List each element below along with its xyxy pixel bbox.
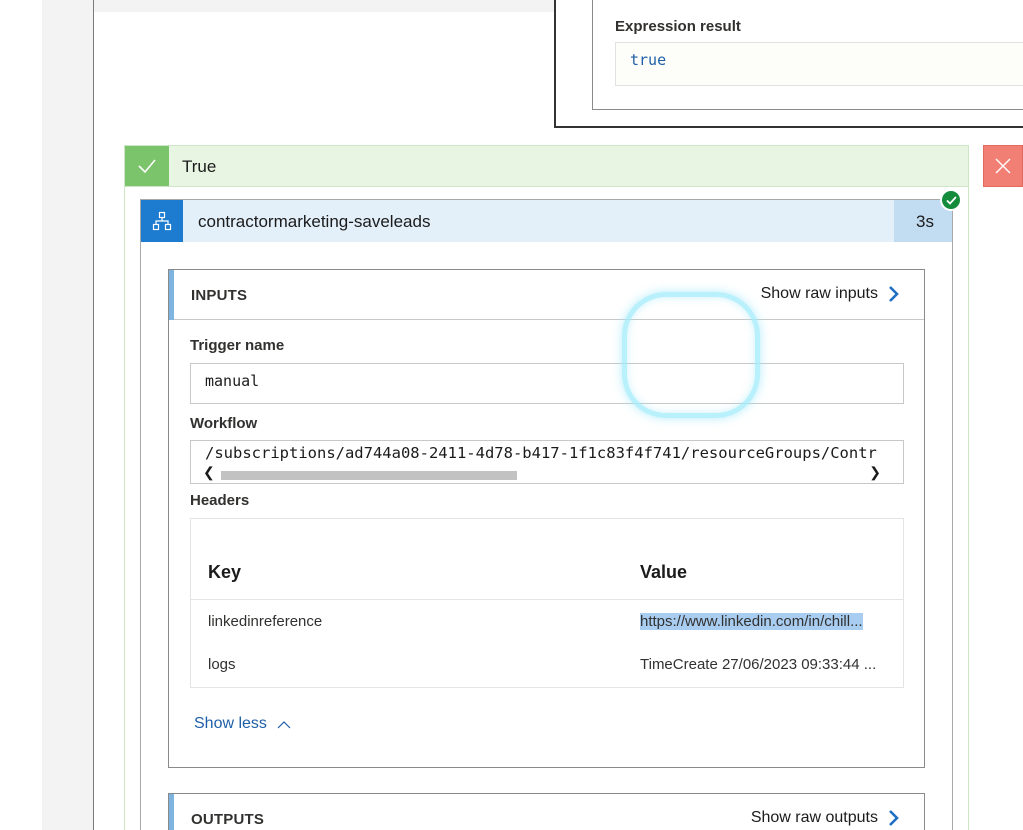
inputs-section: INPUTS Show raw inputs Trigger name manu…: [168, 269, 925, 768]
scroll-left-icon[interactable]: ❮: [203, 464, 215, 481]
expression-result-label: Expression result: [615, 18, 741, 35]
table-row-key: linkedinreference: [208, 613, 323, 630]
false-branch-tab[interactable]: [983, 145, 1023, 187]
table-row-value[interactable]: https://www.linkedin.com/in/chill...: [640, 613, 902, 630]
show-less-label: Show less: [194, 715, 267, 732]
outputs-header: OUTPUTS Show raw outputs: [169, 794, 924, 830]
action-title: contractormarketing-saveleads: [198, 212, 431, 231]
workflow-field[interactable]: /subscriptions/ad744a08-2411-4d78-b417-1…: [190, 440, 904, 484]
trigger-name-field[interactable]: manual: [190, 363, 904, 404]
selected-text: https://www.linkedin.com/in/chill...: [640, 613, 863, 630]
show-raw-outputs-label: Show raw outputs: [750, 809, 878, 826]
workflow-scrollbar[interactable]: ❮ ❯: [191, 464, 903, 483]
inputs-title: INPUTS: [191, 287, 248, 304]
outputs-section: OUTPUTS Show raw outputs: [168, 793, 925, 830]
true-branch-label: True: [182, 157, 217, 176]
success-check-icon: [940, 189, 962, 211]
scroll-right-icon[interactable]: ❯: [869, 464, 881, 481]
left-gutter: [0, 0, 42, 830]
inputs-header: INPUTS Show raw inputs: [169, 270, 924, 320]
headers-label: Headers: [190, 492, 250, 509]
checkmark-icon: [125, 146, 169, 186]
condition-inner-panel: Expression result true: [592, 0, 1023, 110]
table-header-divider: [191, 599, 903, 600]
action-header[interactable]: contractormarketing-saveleads 3s: [141, 200, 952, 242]
chevron-right-icon: [889, 810, 899, 826]
expression-result-box: true: [615, 42, 1023, 86]
workflow-value: /subscriptions/ad744a08-2411-4d78-b417-1…: [205, 444, 877, 462]
workflow-icon: [141, 200, 183, 242]
true-branch-header[interactable]: True: [124, 145, 969, 187]
table-row-value[interactable]: TimeCreate 27/06/2023 09:33:44 ...: [640, 656, 902, 673]
trigger-name-value: manual: [205, 372, 260, 390]
show-raw-outputs-link[interactable]: Show raw outputs: [751, 809, 900, 827]
close-icon: [995, 158, 1011, 174]
headers-table: Key Value linkedinreference https://www.…: [190, 518, 904, 688]
chevron-right-icon: [889, 286, 899, 302]
show-less-link[interactable]: Show less: [194, 715, 291, 733]
table-row-key: logs: [208, 656, 236, 673]
outputs-title: OUTPUTS: [191, 811, 265, 828]
scroll-thumb[interactable]: [221, 471, 517, 480]
table-header-value: Value: [640, 562, 688, 582]
outputs-accent-bar: [169, 794, 174, 830]
show-raw-inputs-link[interactable]: Show raw inputs: [761, 285, 900, 303]
table-header-key: Key: [208, 562, 242, 582]
left-rail: [42, 0, 94, 830]
chevron-up-icon: [277, 720, 291, 728]
workflow-label: Workflow: [190, 415, 258, 432]
show-raw-inputs-label: Show raw inputs: [760, 285, 878, 302]
trigger-name-label: Trigger name: [190, 337, 285, 354]
expression-result-value: true: [630, 51, 667, 69]
inputs-accent-bar: [169, 270, 174, 320]
condition-card: Expression result true: [554, 0, 1023, 128]
